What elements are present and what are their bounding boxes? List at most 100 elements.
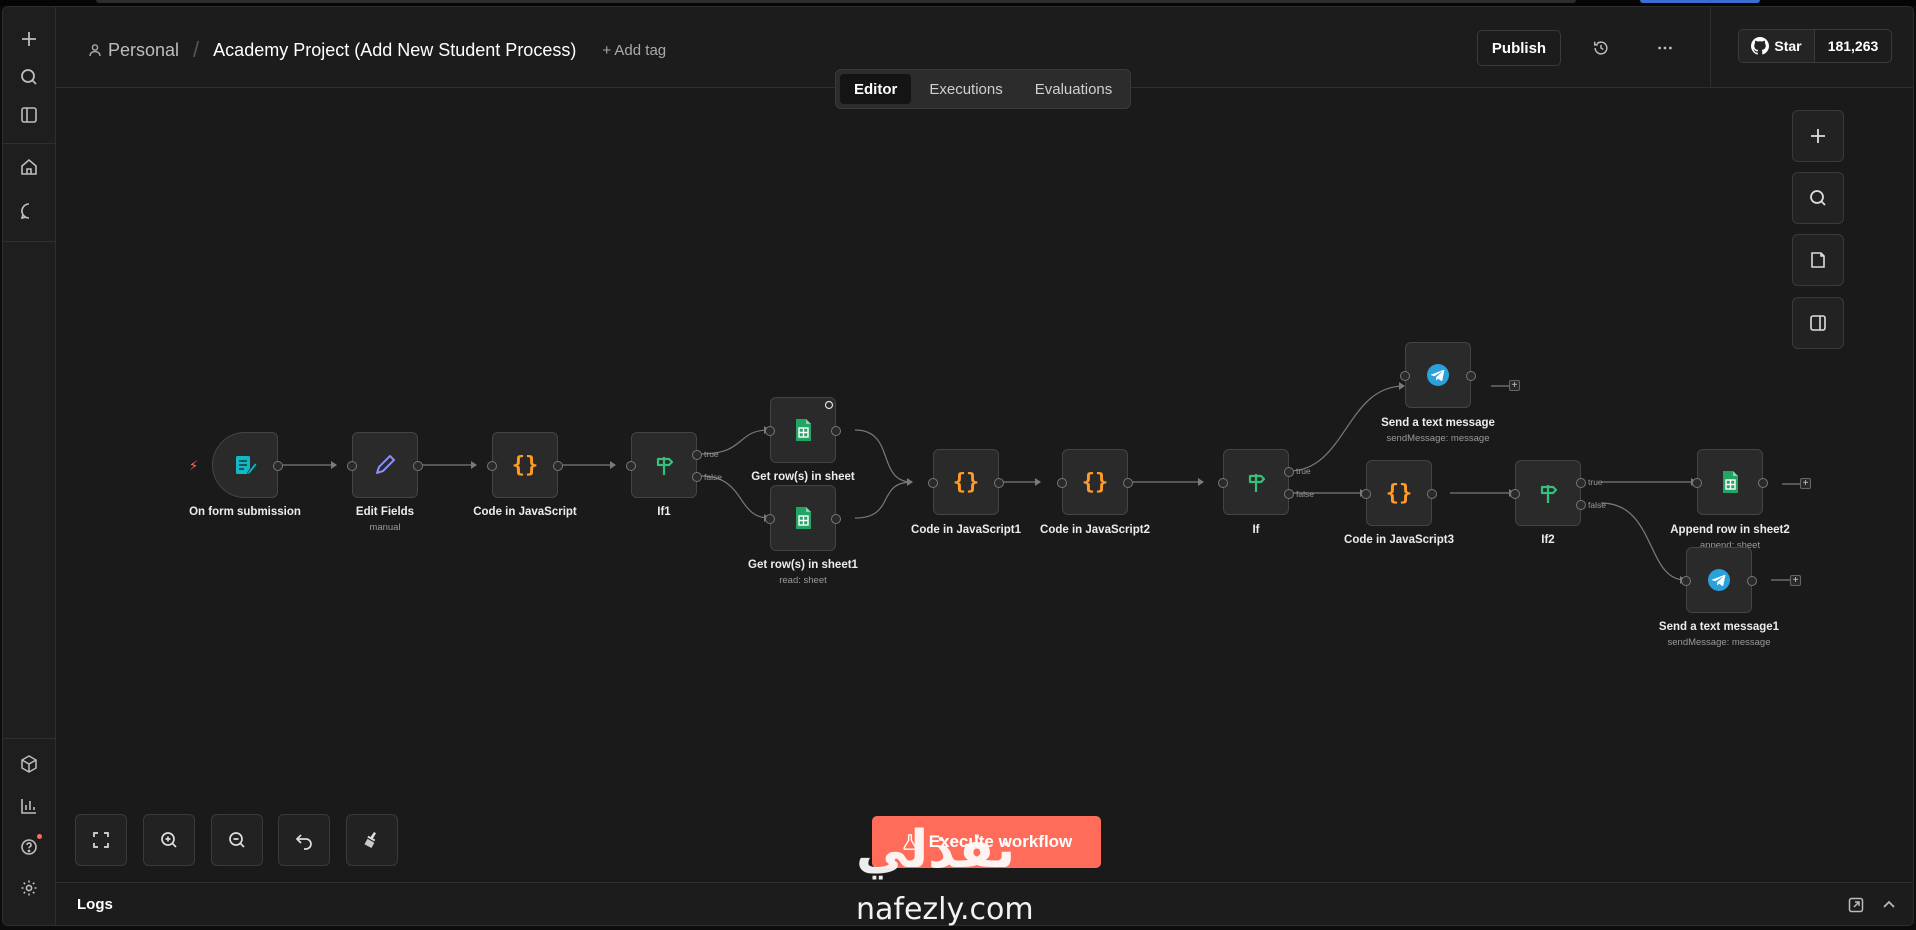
logs-label: Logs — [77, 896, 113, 913]
input-port[interactable] — [1510, 489, 1520, 499]
add-icon[interactable] — [15, 25, 43, 53]
input-port[interactable] — [626, 461, 636, 471]
node-on-form-submission[interactable] — [212, 432, 283, 498]
insights-chart-icon[interactable] — [15, 792, 43, 820]
output-port[interactable] — [831, 514, 841, 524]
zoom-in-button[interactable] — [143, 814, 195, 866]
output-port-true[interactable] — [1284, 467, 1294, 477]
output-port[interactable] — [273, 461, 283, 471]
help-icon[interactable] — [15, 833, 43, 861]
node-subtitle: sendMessage: message — [1667, 637, 1771, 648]
node-if1[interactable] — [626, 432, 702, 498]
github-star-widget[interactable]: Star 181,263 — [1738, 29, 1892, 63]
node-send-a-text-message[interactable] — [1400, 342, 1476, 408]
add-node-plus-icon[interactable]: + — [1790, 575, 1801, 586]
node-if2[interactable] — [1510, 460, 1586, 526]
output-port[interactable] — [831, 426, 841, 436]
breadcrumb-owner[interactable]: Personal — [108, 40, 179, 61]
node-get-rows-in-sheet1[interactable] — [765, 485, 841, 551]
input-port[interactable] — [1692, 478, 1702, 488]
sticky-note-button[interactable] — [1792, 234, 1844, 286]
history-icon[interactable] — [1591, 38, 1611, 58]
node-code-in-javascript3[interactable]: {} — [1361, 460, 1437, 526]
input-port[interactable] — [1057, 478, 1067, 488]
node-if[interactable] — [1218, 449, 1294, 515]
tab-executions[interactable]: Executions — [915, 74, 1016, 104]
workflow-title[interactable]: Academy Project (Add New Student Process… — [213, 40, 576, 61]
workflow-canvas[interactable]: ⚡ On form submission Edit Fields manual … — [56, 88, 1913, 888]
search-nodes-button[interactable] — [1792, 172, 1844, 224]
add-node-button[interactable] — [1792, 110, 1844, 162]
tab-evaluations[interactable]: Evaluations — [1021, 74, 1127, 104]
output-port[interactable] — [1758, 478, 1768, 488]
add-tag-button[interactable]: + Add tag — [602, 42, 666, 59]
input-port[interactable] — [928, 478, 938, 488]
input-port[interactable] — [347, 461, 357, 471]
home-icon[interactable] — [15, 153, 43, 181]
search-icon[interactable] — [15, 63, 43, 91]
node-subtitle: manual — [369, 522, 401, 533]
node-code-in-javascript1[interactable]: {} — [928, 449, 1004, 515]
sidebar-divider — [3, 143, 56, 144]
logs-panel[interactable]: Logs — [56, 882, 1913, 925]
node-code-in-javascript[interactable]: {} — [487, 432, 563, 498]
output-port[interactable] — [553, 461, 563, 471]
node-label: Get row(s) in sheet1 — [748, 559, 858, 571]
node-edit-fields[interactable] — [347, 432, 423, 498]
branch-label-false: false — [1296, 489, 1314, 499]
input-port[interactable] — [765, 426, 775, 436]
output-port-false[interactable] — [1284, 489, 1294, 499]
input-port[interactable] — [1361, 489, 1371, 499]
node-label: If — [1252, 524, 1260, 536]
more-options-icon[interactable] — [1655, 38, 1675, 58]
output-port[interactable] — [1427, 489, 1437, 499]
output-port[interactable] — [994, 478, 1004, 488]
input-port[interactable] — [1681, 576, 1691, 586]
settings-gear-icon[interactable] — [15, 874, 43, 902]
if-signpost-icon — [1248, 474, 1266, 492]
node-label: Edit Fields — [355, 506, 415, 518]
note-icon — [1811, 252, 1825, 268]
add-node-plus-icon[interactable]: + — [1509, 380, 1520, 391]
node-label: Code in JavaScript3 — [1344, 534, 1454, 546]
input-port[interactable] — [765, 514, 775, 524]
publish-button[interactable]: Publish — [1477, 30, 1561, 66]
undo-button[interactable] — [278, 814, 330, 866]
fit-view-button[interactable] — [75, 814, 127, 866]
output-port-false[interactable] — [692, 472, 702, 482]
input-port[interactable] — [1218, 478, 1228, 488]
output-port[interactable] — [1747, 576, 1757, 586]
node-label: Append row in sheet2 — [1670, 524, 1790, 536]
chat-icon[interactable] — [15, 197, 43, 225]
node-append-row-in-sheet2[interactable] — [1692, 449, 1768, 515]
toggle-panel-button[interactable] — [1792, 297, 1844, 349]
node-code-in-javascript2[interactable]: {} — [1057, 449, 1133, 515]
tidy-up-button[interactable] — [346, 814, 398, 866]
execute-workflow-button[interactable]: Execute workflow — [872, 816, 1101, 868]
github-star-button[interactable]: Star — [1739, 30, 1815, 62]
output-port-true[interactable] — [1576, 478, 1586, 488]
branch-label-true: true — [704, 449, 719, 459]
node-send-a-text-message1[interactable] — [1681, 547, 1757, 613]
code-braces-icon: {} — [1386, 481, 1413, 506]
output-port-false[interactable] — [1576, 500, 1586, 510]
panel-icon — [1810, 315, 1826, 331]
zoom-out-button[interactable] — [211, 814, 263, 866]
output-port[interactable] — [1466, 371, 1476, 381]
input-port[interactable] — [1400, 371, 1410, 381]
tab-editor[interactable]: Editor — [840, 74, 912, 104]
input-port[interactable] — [487, 461, 497, 471]
output-port[interactable] — [413, 461, 423, 471]
add-node-plus-icon[interactable]: + — [1800, 478, 1811, 489]
chevron-up-icon[interactable] — [1880, 896, 1898, 914]
sidebar-toggle-icon[interactable] — [15, 101, 43, 129]
search-icon — [1810, 190, 1826, 206]
node-label: If1 — [657, 506, 671, 518]
output-port[interactable] — [1123, 478, 1133, 488]
notification-dot — [37, 834, 42, 839]
output-port-true[interactable] — [692, 450, 702, 460]
telegram-icon — [1708, 569, 1730, 591]
cube-icon[interactable] — [15, 750, 43, 778]
pop-out-icon[interactable] — [1847, 896, 1865, 914]
view-tabs: Editor Executions Evaluations — [835, 69, 1132, 109]
